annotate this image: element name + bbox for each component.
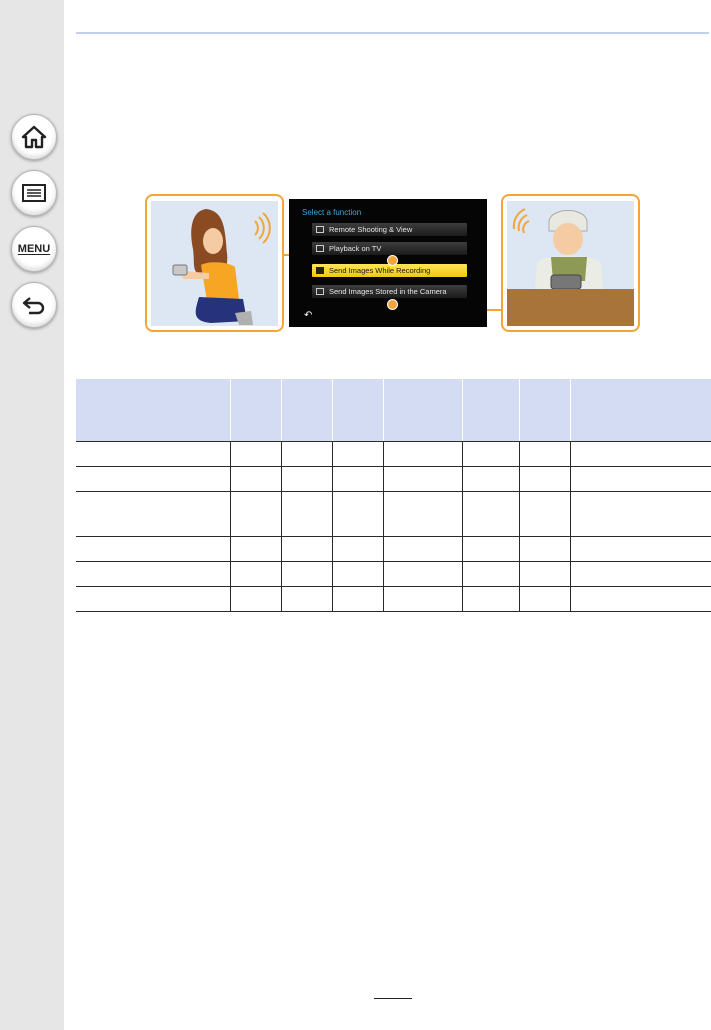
home-icon — [21, 125, 47, 149]
table-cell — [461, 561, 520, 587]
table-cell — [461, 536, 520, 562]
table-cell — [519, 536, 571, 562]
table-cell — [519, 441, 571, 467]
table-cell — [332, 466, 384, 492]
menu-item-send-while-recording[interactable]: Send Images While Recording — [312, 264, 467, 277]
table-cell — [332, 441, 384, 467]
connector-dot-recording — [387, 255, 398, 266]
table-row — [76, 586, 711, 612]
menu-item-send-stored[interactable]: Send Images Stored in the Camera — [312, 285, 467, 298]
tv-icon — [316, 245, 324, 252]
table-header-row — [76, 379, 711, 442]
table-header-cell — [461, 379, 520, 442]
menu-item-label: Send Images Stored in the Camera — [329, 287, 447, 296]
table-cell — [461, 441, 520, 467]
table-cell — [332, 491, 384, 537]
home-button[interactable] — [11, 114, 57, 160]
send-recording-icon — [316, 267, 324, 274]
table-cell — [569, 561, 711, 587]
table-cell — [569, 441, 711, 467]
receiver-illustration — [501, 194, 640, 332]
table-cell — [569, 466, 711, 492]
connector-dot-stored — [387, 299, 398, 310]
table-cell — [332, 561, 384, 587]
feature-table — [76, 379, 711, 612]
table-cell — [76, 536, 231, 562]
menu-item-playback-on-tv[interactable]: Playback on TV — [312, 242, 467, 255]
table-cell — [519, 561, 571, 587]
table-cell — [383, 561, 463, 587]
table-header-cell — [569, 379, 711, 442]
back-arrow-icon — [22, 297, 45, 315]
table-header-cell — [519, 379, 571, 442]
table-cell — [332, 536, 384, 562]
table-cell — [76, 561, 231, 587]
table-cell — [76, 491, 231, 537]
send-stored-icon — [316, 288, 324, 295]
table-of-contents-button[interactable] — [11, 170, 57, 216]
table-header-cell — [280, 379, 333, 442]
menu-item-label: Playback on TV — [329, 244, 382, 253]
table-cell — [230, 536, 282, 562]
woman-receiving-image — [507, 208, 634, 326]
table-cell — [280, 441, 333, 467]
table-cell — [461, 491, 520, 537]
table-cell — [230, 491, 282, 537]
table-cell — [332, 586, 384, 612]
table-cell — [230, 586, 282, 612]
table-row — [76, 561, 711, 587]
menu-item-label: Remote Shooting & View — [329, 225, 413, 234]
table-cell — [76, 441, 231, 467]
table-cell — [230, 441, 282, 467]
table-header-cell — [76, 379, 231, 442]
table-cell — [569, 586, 711, 612]
screen-title: Select a function — [302, 208, 362, 217]
table-cell — [230, 466, 282, 492]
table-row — [76, 491, 711, 537]
table-header-cell — [332, 379, 384, 442]
table-cell — [383, 441, 463, 467]
table-cell — [280, 561, 333, 587]
table-row — [76, 536, 711, 562]
table-cell — [519, 466, 571, 492]
table-cell — [519, 586, 571, 612]
table-cell — [230, 561, 282, 587]
return-icon[interactable]: ↶ — [304, 310, 312, 321]
menu-item-label: Send Images While Recording — [329, 266, 431, 275]
table-cell — [461, 466, 520, 492]
header-rule — [76, 32, 709, 34]
table-cell — [383, 536, 463, 562]
table-cell — [569, 491, 711, 537]
back-button[interactable] — [11, 282, 57, 328]
menu-button[interactable]: MENU — [11, 226, 57, 272]
remote-shooting-icon — [316, 226, 324, 233]
page-number-rule — [374, 998, 412, 999]
table-row — [76, 466, 711, 492]
table-of-contents-icon — [22, 184, 46, 202]
sidebar-navigation: MENU — [0, 0, 64, 1030]
table-cell — [280, 586, 333, 612]
table-cell — [461, 586, 520, 612]
table-cell — [569, 536, 711, 562]
table-row — [76, 441, 711, 467]
table-cell — [280, 466, 333, 492]
table-cell — [76, 466, 231, 492]
table-cell — [383, 586, 463, 612]
table-cell — [519, 491, 571, 537]
table-header-cell — [230, 379, 282, 442]
menu-item-remote-shooting[interactable]: Remote Shooting & View — [312, 223, 467, 236]
table-cell — [76, 586, 231, 612]
camera-user-illustration — [145, 194, 284, 332]
table-cell — [280, 491, 333, 537]
table-cell — [383, 491, 463, 537]
table-cell — [280, 536, 333, 562]
menu-button-label: MENU — [17, 243, 51, 255]
table-cell — [383, 466, 463, 492]
table-header-cell — [383, 379, 463, 442]
woman-with-camera-image — [172, 209, 271, 325]
